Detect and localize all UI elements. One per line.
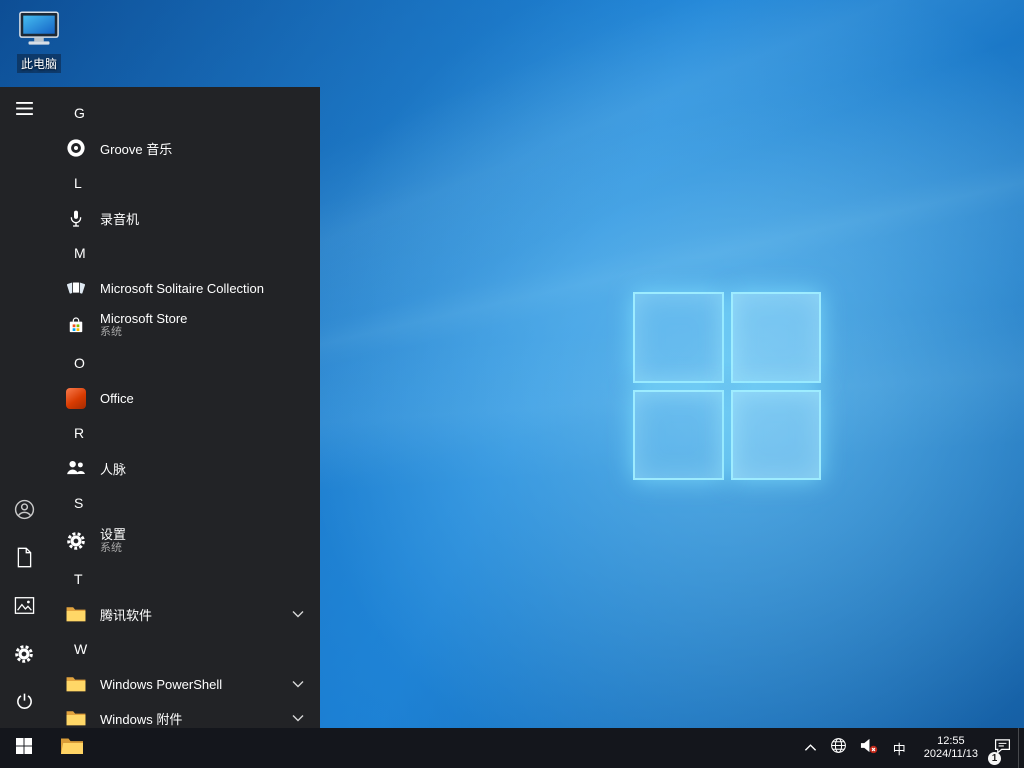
app-label: 设置 xyxy=(100,526,127,542)
documents-button[interactable] xyxy=(0,536,48,584)
section-letter-t[interactable]: T xyxy=(48,561,320,597)
chevron-down-icon xyxy=(292,680,304,688)
action-center-button[interactable]: 1 xyxy=(987,728,1018,768)
section-letter-w[interactable]: W xyxy=(48,631,320,667)
start-app-people[interactable]: 人脉 xyxy=(48,451,320,485)
section-letter-label: L xyxy=(74,175,82,191)
app-label: Groove 音乐 xyxy=(100,141,173,157)
start-menu-app-list: G Groove 音乐 L 录音机 M Microsoft Solitaire … xyxy=(48,87,320,728)
logo-pane xyxy=(730,292,821,383)
pictures-button[interactable] xyxy=(0,584,48,632)
user-account-button[interactable] xyxy=(0,488,48,536)
app-sublabel: 系统 xyxy=(100,326,122,339)
folder-icon xyxy=(64,672,88,696)
file-explorer-button[interactable] xyxy=(48,728,96,768)
section-letter-s[interactable]: S xyxy=(48,485,320,521)
taskbar: 中 12:55 2024/11/13 1 xyxy=(0,728,1024,768)
expand-menu-button[interactable] xyxy=(0,87,48,135)
gear-icon xyxy=(64,529,88,553)
show-desktop-button[interactable] xyxy=(1018,728,1024,768)
app-label: 人脉 xyxy=(100,461,127,477)
start-app-microsoft-store[interactable]: Microsoft Store 系统 xyxy=(48,305,320,345)
start-app-groove-music[interactable]: Groove 音乐 xyxy=(48,131,320,165)
this-pc-label: 此电脑 xyxy=(16,54,61,73)
this-pc-desktop-icon[interactable]: 此电脑 xyxy=(8,10,70,73)
documents-icon xyxy=(15,547,34,573)
microphone-icon xyxy=(64,206,88,230)
people-icon xyxy=(64,456,88,480)
store-icon xyxy=(64,313,88,337)
start-app-office[interactable]: Office xyxy=(48,381,320,415)
app-sublabel: 系统 xyxy=(100,542,122,555)
power-icon xyxy=(14,691,35,717)
section-letter-label: R xyxy=(74,425,85,441)
section-letter-label: W xyxy=(74,641,88,657)
start-app-voice-recorder[interactable]: 录音机 xyxy=(48,201,320,235)
logo-pane xyxy=(730,389,821,480)
app-label: Windows 附件 xyxy=(100,711,183,727)
section-letter-o[interactable]: O xyxy=(48,345,320,381)
windows-wallpaper-logo xyxy=(633,292,821,480)
section-letter-l[interactable]: L xyxy=(48,165,320,201)
logo-pane xyxy=(633,389,724,480)
start-menu-rail xyxy=(0,87,48,728)
tray-overflow-button[interactable] xyxy=(798,728,824,768)
start-app-solitaire-collection[interactable]: Microsoft Solitaire Collection xyxy=(48,271,320,305)
chevron-down-icon xyxy=(292,610,304,618)
section-letter-r[interactable]: R xyxy=(48,415,320,451)
app-label: 腾讯软件 xyxy=(100,607,153,623)
clock-date: 2024/11/13 xyxy=(923,748,978,760)
ime-label: 中 xyxy=(892,741,906,757)
app-label: Microsoft Solitaire Collection xyxy=(100,280,265,296)
file-explorer-icon xyxy=(60,736,84,761)
groove-icon xyxy=(64,136,88,160)
system-tray: 中 12:55 2024/11/13 1 xyxy=(798,728,1024,768)
globe-network-icon xyxy=(830,737,847,759)
folder-icon xyxy=(64,602,88,626)
app-label: Microsoft Store xyxy=(100,310,188,326)
start-button[interactable] xyxy=(0,728,48,768)
gear-icon xyxy=(13,643,35,670)
section-letter-g[interactable]: G xyxy=(48,95,320,131)
network-button[interactable] xyxy=(824,728,853,768)
chevron-down-icon xyxy=(292,714,304,722)
chevron-up-icon xyxy=(804,739,817,757)
start-app-settings[interactable]: 设置 系统 xyxy=(48,521,320,561)
app-label: Windows PowerShell xyxy=(100,676,223,692)
start-folder-windows-accessories[interactable]: Windows 附件 xyxy=(48,701,320,728)
office-icon xyxy=(64,386,88,410)
start-menu: G Groove 音乐 L 录音机 M Microsoft Solitaire … xyxy=(0,87,320,728)
app-label: Office xyxy=(100,390,134,406)
hamburger-icon xyxy=(15,102,33,120)
pictures-icon xyxy=(14,596,35,620)
start-folder-windows-powershell[interactable]: Windows PowerShell xyxy=(48,667,320,701)
taskbar-clock[interactable]: 12:55 2024/11/13 xyxy=(915,728,987,768)
app-label: 录音机 xyxy=(100,211,140,227)
section-letter-m[interactable]: M xyxy=(48,235,320,271)
logo-pane xyxy=(633,292,724,383)
volume-muted-icon xyxy=(859,737,878,759)
notification-badge: 1 xyxy=(988,752,1001,765)
settings-button[interactable] xyxy=(0,632,48,680)
start-folder-tencent-software[interactable]: 腾讯软件 xyxy=(48,597,320,631)
ime-indicator[interactable]: 中 xyxy=(884,728,915,768)
section-letter-label: G xyxy=(74,105,85,121)
user-icon xyxy=(13,498,36,526)
volume-button[interactable] xyxy=(853,728,884,768)
section-letter-label: O xyxy=(74,355,85,371)
folder-icon xyxy=(64,706,88,728)
windows-logo-icon xyxy=(16,737,32,759)
power-button[interactable] xyxy=(0,680,48,728)
section-letter-label: S xyxy=(74,495,84,511)
this-pc-icon xyxy=(18,10,60,52)
clock-time: 12:55 xyxy=(937,735,965,747)
cards-icon xyxy=(64,276,88,300)
section-letter-label: T xyxy=(74,571,83,587)
section-letter-label: M xyxy=(74,245,86,261)
